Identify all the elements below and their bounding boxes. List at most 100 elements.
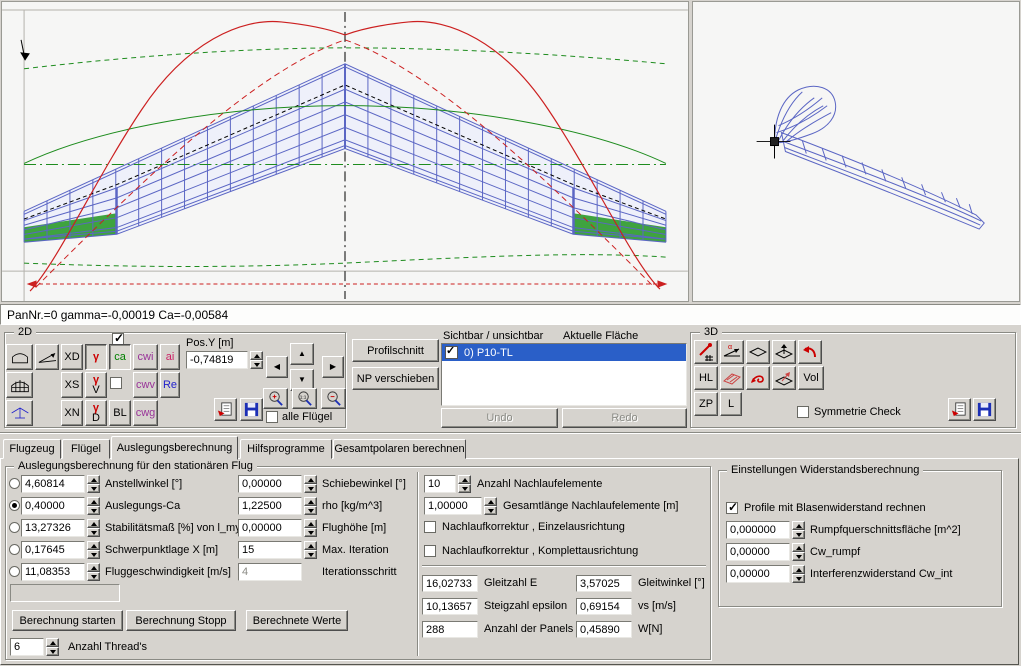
tab-auslegungsberechnung[interactable]: Auslegungsberechnung	[111, 436, 238, 460]
spin-down[interactable]	[87, 550, 100, 559]
max-iteration-input[interactable]	[238, 541, 302, 559]
draw-mesh-button[interactable]	[694, 340, 718, 364]
panel-hatch-button[interactable]	[720, 366, 744, 390]
spin-down[interactable]	[46, 647, 59, 656]
surface-visible-checkbox[interactable]	[445, 346, 458, 359]
gesamtlaenge-input[interactable]	[424, 497, 482, 515]
cwg-button[interactable]: cwg	[133, 400, 158, 426]
max-iteration-spinner[interactable]	[304, 541, 317, 559]
rho-spinner[interactable]	[304, 497, 317, 515]
spin-up[interactable]	[792, 543, 805, 552]
zp-button[interactable]: ZP	[694, 392, 718, 416]
berechnung-starten-button[interactable]: Berechnung starten	[12, 610, 123, 631]
alle-fluegel-checkbox[interactable]	[266, 411, 278, 423]
panel-flat-button[interactable]	[746, 340, 770, 364]
spin-up[interactable]	[46, 638, 59, 647]
np-verschieben-button[interactable]: NP verschieben	[352, 367, 439, 390]
l-button[interactable]: L	[720, 392, 742, 416]
xs-button[interactable]: XS	[61, 372, 83, 398]
xn-button[interactable]: XN	[61, 400, 83, 426]
mesh-view-button[interactable]	[6, 372, 33, 398]
cwi-button[interactable]: cwi	[133, 344, 158, 370]
threads-spinner[interactable]	[46, 638, 59, 656]
vol-button[interactable]: Vol	[798, 366, 824, 390]
vortex-button[interactable]	[746, 366, 770, 390]
nachlaufelemente-input[interactable]	[424, 475, 456, 493]
komplettausrichtung-checkbox[interactable]	[424, 545, 436, 557]
radio-fluggeschwindigkeit[interactable]	[9, 566, 20, 577]
spin-up[interactable]	[304, 519, 317, 528]
tab-flugzeug[interactable]: Flugzeug	[3, 439, 61, 459]
spin-down[interactable]	[792, 574, 805, 583]
einzelausrichtung-checkbox[interactable]	[424, 521, 436, 533]
berechnung-stopp-button[interactable]: Berechnung Stopp	[126, 610, 236, 631]
ai-button[interactable]: ai	[160, 344, 180, 370]
save-2d-button[interactable]	[240, 398, 263, 421]
spin-down[interactable]	[304, 550, 317, 559]
blasenwiderstand-checkbox[interactable]	[726, 502, 738, 514]
radio-stabilitaetsmass[interactable]	[9, 522, 20, 533]
anstellwinkel-input[interactable]	[21, 475, 85, 493]
spin-up[interactable]	[792, 565, 805, 574]
schiebewinkel-spinner[interactable]	[304, 475, 317, 493]
profilschnitt-button[interactable]: Profilschnitt	[352, 339, 439, 362]
posy-spinner[interactable]	[250, 351, 263, 369]
spin-down[interactable]	[304, 528, 317, 537]
surface-listbox[interactable]: 0) P10-TL	[441, 343, 687, 406]
spin-down[interactable]	[87, 528, 100, 537]
spin-up[interactable]	[87, 541, 100, 550]
gamma-d-button[interactable]: γD	[85, 400, 107, 426]
spin-down[interactable]	[484, 506, 497, 515]
stabilitaetsmass-input[interactable]	[21, 519, 85, 537]
panel-normal-button[interactable]	[772, 340, 796, 364]
gamma-v-button[interactable]: γV	[85, 372, 107, 398]
threads-input[interactable]	[10, 638, 44, 656]
rotate-view-button[interactable]	[798, 340, 822, 364]
pan-right-button[interactable]: ▶	[322, 356, 344, 378]
spin-up[interactable]	[304, 475, 317, 484]
pan-left-button[interactable]: ◀	[266, 356, 288, 378]
spin-up[interactable]	[87, 519, 100, 528]
spin-down[interactable]	[87, 484, 100, 493]
print-2d-button[interactable]	[214, 398, 237, 421]
stabilitaetsmass-spinner[interactable]	[87, 519, 100, 537]
cwv-button[interactable]: cwv	[133, 372, 158, 398]
zoom-out-button[interactable]	[321, 388, 346, 409]
dihedral-view-button[interactable]	[6, 400, 33, 426]
spin-up[interactable]	[304, 497, 317, 506]
ca-button[interactable]: ca	[109, 344, 131, 370]
surface-list-item[interactable]: 0) P10-TL	[442, 344, 686, 361]
gesamtlaenge-spinner[interactable]	[484, 497, 497, 515]
symmetrie-check-checkbox[interactable]	[797, 406, 809, 418]
xd-button[interactable]: XD	[61, 344, 83, 370]
rho-input[interactable]	[238, 497, 302, 515]
gamma-button[interactable]: γ	[85, 344, 107, 370]
radio-schwerpunktlage[interactable]	[9, 544, 20, 555]
auslegungs-ca-spinner[interactable]	[87, 497, 100, 515]
print-3d-button[interactable]	[948, 398, 971, 421]
fluggeschwindigkeit-input[interactable]	[21, 563, 85, 581]
zoom-reset-button[interactable]: 1:1	[292, 388, 317, 409]
posy-input[interactable]	[186, 351, 248, 369]
spin-up[interactable]	[484, 497, 497, 506]
spin-up[interactable]	[792, 521, 805, 530]
planform-view-button[interactable]	[6, 344, 33, 370]
save-3d-button[interactable]	[973, 398, 996, 421]
spin-down[interactable]	[87, 572, 100, 581]
tab-fluegel[interactable]: Flügel	[62, 439, 110, 459]
nachlaufelemente-spinner[interactable]	[458, 475, 471, 493]
schwerpunktlage-spinner[interactable]	[87, 541, 100, 559]
zoom-in-button[interactable]	[263, 388, 288, 409]
fluggeschwindigkeit-spinner[interactable]	[87, 563, 100, 581]
undo-button[interactable]: Undo	[441, 408, 558, 428]
spin-up[interactable]	[87, 563, 100, 572]
spin-up[interactable]	[304, 541, 317, 550]
spin-down[interactable]	[458, 484, 471, 493]
re-button[interactable]: Re	[160, 372, 180, 398]
spin-down[interactable]	[792, 530, 805, 539]
spin-down[interactable]	[304, 506, 317, 515]
schiebewinkel-input[interactable]	[238, 475, 302, 493]
spin-up[interactable]	[87, 475, 100, 484]
cw-int-input[interactable]	[726, 565, 790, 583]
cw-rumpf-input[interactable]	[726, 543, 790, 561]
